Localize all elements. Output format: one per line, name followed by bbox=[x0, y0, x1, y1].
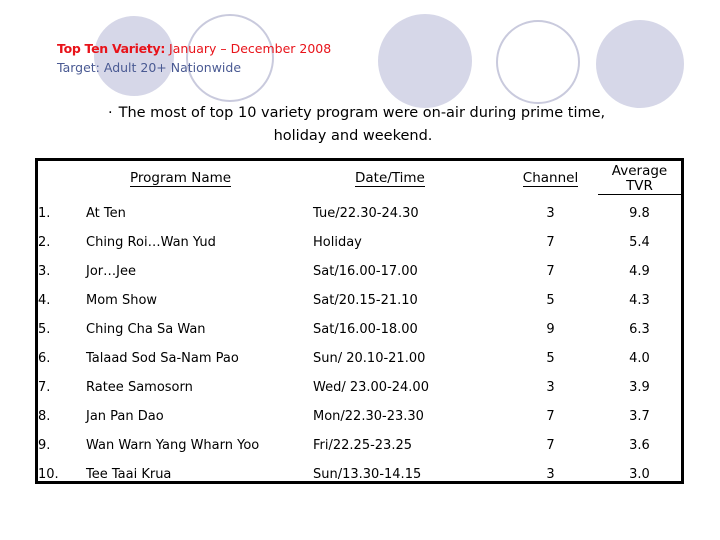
table-header-row: Program Name Date/Time Channel Average T… bbox=[38, 161, 681, 197]
cell-channel: 5 bbox=[546, 351, 555, 366]
cell-rank: 3. bbox=[38, 264, 51, 279]
cell-rank: 8. bbox=[38, 409, 51, 424]
summary-bullet-text-1: The most of top 10 variety program were … bbox=[118, 105, 606, 121]
table-row: 10. Tee Taai Krua Sun/13.30-14.15 3 3.0 bbox=[38, 460, 681, 489]
cell-rank: 5. bbox=[38, 322, 51, 337]
cell-channel: 3 bbox=[546, 380, 555, 395]
cell-date-time: Mon/22.30-23.30 bbox=[313, 409, 424, 424]
table-row: 3. Jor…Jee Sat/16.00-17.00 7 4.9 bbox=[38, 257, 681, 286]
cell-program-name: Mom Show bbox=[86, 293, 158, 308]
table-row: 9. Wan Warn Yang Wharn Yoo Fri/22.25-23.25… bbox=[38, 431, 681, 460]
cell-rank: 4. bbox=[38, 293, 51, 308]
cell-program-name: Ratee Samosorn bbox=[86, 380, 193, 395]
cell-program-name: Tee Taai Krua bbox=[86, 467, 172, 482]
cell-date-time: Sun/ 20.10-21.00 bbox=[313, 351, 426, 366]
heading-period-label: January – December 2008 bbox=[169, 41, 332, 56]
cell-channel: 3 bbox=[546, 467, 555, 482]
column-header-channel: Channel bbox=[503, 161, 598, 197]
cell-rank: 2. bbox=[38, 235, 51, 250]
cell-date-time: Sat/16.00-18.00 bbox=[313, 322, 418, 337]
decor-circle-outline-2 bbox=[496, 20, 580, 104]
summary-bullet-line-2: holiday and weekend. bbox=[273, 128, 433, 144]
cell-channel: 7 bbox=[546, 438, 555, 453]
cell-average-tvr: 4.9 bbox=[629, 264, 650, 279]
cell-average-tvr: 5.4 bbox=[629, 235, 650, 250]
table-row: 2. Ching Roi…Wan Yud Holiday 7 5.4 bbox=[38, 228, 681, 257]
cell-date-time: Fri/22.25-23.25 bbox=[313, 438, 412, 453]
cell-date-time: Sun/13.30-14.15 bbox=[313, 467, 422, 482]
cell-channel: 9 bbox=[546, 322, 555, 337]
cell-average-tvr: 3.7 bbox=[629, 409, 650, 424]
cell-date-time: Sat/16.00-17.00 bbox=[313, 264, 418, 279]
slide-heading: Top Ten Variety: January – December 2008… bbox=[57, 40, 331, 76]
decor-circle-filled-2 bbox=[378, 14, 472, 108]
cell-program-name: Jan Pan Dao bbox=[86, 409, 164, 424]
table-row: 7. Ratee Samosorn Wed/ 23.00-24.00 3 3.9 bbox=[38, 373, 681, 402]
heading-title-label: Top Ten Variety: bbox=[57, 41, 166, 56]
table-row: 6. Talaad Sod Sa-Nam Pao Sun/ 20.10-21.00 5… bbox=[38, 344, 681, 373]
cell-average-tvr: 6.3 bbox=[629, 322, 650, 337]
cell-date-time: Wed/ 23.00-24.00 bbox=[313, 380, 429, 395]
cell-date-time: Holiday bbox=[313, 235, 362, 250]
cell-average-tvr: 4.3 bbox=[629, 293, 650, 308]
cell-date-time: Tue/22.30-24.30 bbox=[313, 206, 419, 221]
cell-channel: 7 bbox=[546, 235, 555, 250]
bullet-dot-icon: · bbox=[108, 105, 113, 121]
top-ten-table: Program Name Date/Time Channel Average T… bbox=[38, 161, 681, 489]
cell-channel: 3 bbox=[546, 206, 555, 221]
cell-channel: 7 bbox=[546, 264, 555, 279]
column-header-date-time: Date/Time bbox=[313, 161, 503, 197]
heading-target-label: Target: Adult 20+ Nationwide bbox=[57, 60, 242, 75]
cell-program-name: At Ten bbox=[86, 206, 126, 221]
cell-average-tvr: 3.9 bbox=[629, 380, 650, 395]
cell-channel: 7 bbox=[546, 409, 555, 424]
table-row: 8. Jan Pan Dao Mon/22.30-23.30 7 3.7 bbox=[38, 402, 681, 431]
column-header-date-time-label: Date/Time bbox=[355, 170, 425, 187]
cell-program-name: Talaad Sod Sa-Nam Pao bbox=[86, 351, 239, 366]
summary-bullet: · The most of top 10 variety program were… bbox=[108, 102, 628, 148]
column-header-program-name-label: Program Name bbox=[130, 170, 232, 187]
cell-date-time: Sat/20.15-21.10 bbox=[313, 293, 418, 308]
cell-program-name: Ching Roi…Wan Yud bbox=[86, 235, 216, 250]
cell-rank: 6. bbox=[38, 351, 51, 366]
column-header-program-name: Program Name bbox=[86, 161, 313, 197]
cell-average-tvr: 3.6 bbox=[629, 438, 650, 453]
summary-bullet-line-1: · The most of top 10 variety program were… bbox=[108, 102, 628, 125]
cell-rank: 1. bbox=[38, 206, 51, 221]
column-header-channel-label: Channel bbox=[522, 170, 579, 187]
table-row: 4. Mom Show Sat/20.15-21.10 5 4.3 bbox=[38, 286, 681, 315]
table-header: Program Name Date/Time Channel Average T… bbox=[38, 161, 681, 197]
table-row: 1. At Ten Tue/22.30-24.30 3 9.8 bbox=[38, 197, 681, 228]
cell-average-tvr: 4.0 bbox=[629, 351, 650, 366]
cell-average-tvr: 9.8 bbox=[629, 206, 650, 221]
table-body: 1. At Ten Tue/22.30-24.30 3 9.8 2. Ching Roi…W… bbox=[38, 197, 681, 489]
cell-program-name: Wan Warn Yang Wharn Yoo bbox=[86, 438, 260, 453]
cell-rank: 10. bbox=[38, 467, 59, 482]
cell-program-name: Ching Cha Sa Wan bbox=[86, 322, 206, 337]
table-row: 5. Ching Cha Sa Wan Sat/16.00-18.00 9 6.3 bbox=[38, 315, 681, 344]
cell-rank: 7. bbox=[38, 380, 51, 395]
cell-average-tvr: 3.0 bbox=[629, 467, 650, 482]
top-ten-table-frame: Program Name Date/Time Channel Average T… bbox=[35, 158, 684, 484]
cell-rank: 9. bbox=[38, 438, 51, 453]
cell-program-name: Jor…Jee bbox=[86, 264, 136, 279]
cell-channel: 5 bbox=[546, 293, 555, 308]
heading-line-1: Top Ten Variety: January – December 2008 bbox=[57, 40, 331, 57]
column-header-average-tvr-label: Average TVR bbox=[598, 163, 681, 195]
column-header-average-tvr: Average TVR bbox=[598, 161, 681, 197]
column-header-rank bbox=[38, 161, 86, 197]
decor-circle-filled-3 bbox=[596, 20, 684, 108]
